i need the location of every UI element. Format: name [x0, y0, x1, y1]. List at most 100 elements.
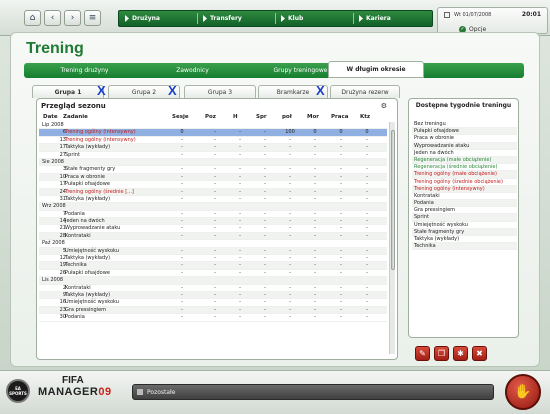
table-row[interactable]: 2 Kontrataki - - - - - - - - [39, 285, 387, 292]
row-value: - [340, 151, 342, 158]
season-scrollbar[interactable] [389, 122, 395, 354]
table-row[interactable]: 24 Trening ogólny (średnie [...] - - - - - - - - [39, 188, 387, 196]
row-date: Lis 2008 [42, 277, 64, 284]
month-header-row: Sie 2008 [39, 158, 387, 167]
col-h[interactable]: H [233, 114, 238, 120]
training-option[interactable]: Kontrataki [412, 193, 517, 201]
subtab-grupa-1[interactable]: Grupa 1 [32, 85, 104, 98]
table-row[interactable]: 13 Trening ogólny (intensywny) - - - - - - - - [39, 136, 387, 145]
table-row[interactable]: 21 Wyprowadzanie ataku - - - - - - - - [39, 225, 387, 233]
row-value: - [239, 314, 241, 321]
row-value: - [264, 269, 266, 276]
col-pol[interactable]: poł [282, 114, 292, 120]
col-ktz[interactable]: Ktz [360, 114, 370, 120]
status-text: Pozostałe [147, 389, 176, 396]
marker-x: X [316, 83, 325, 98]
table-row[interactable]: 16 Umiejętność wyskoku - - - - - - - - [39, 299, 387, 307]
training-option[interactable]: Wyprowadzanie ataku [412, 142, 517, 150]
row-value: 0 [313, 129, 317, 136]
row-value: - [214, 262, 216, 269]
row-value: - [289, 262, 291, 269]
row-value: - [366, 225, 368, 232]
row-date: 21 [59, 225, 66, 232]
row-value: - [289, 151, 291, 158]
table-row[interactable]: 10 Praca w obronie - - - - - - - - [39, 173, 387, 182]
table-row[interactable]: 3 Stałe fragmenty gry - - - - - - - - [39, 166, 387, 174]
row-value: - [214, 151, 216, 158]
training-option[interactable]: Stałe fragmenty gry [412, 228, 517, 236]
table-row[interactable]: 19 Technika - - - - - - - - [39, 262, 387, 270]
row-date: 30 [59, 314, 66, 321]
table-row[interactable]: 27 Sprint - - - - - - - - [39, 152, 387, 159]
row-value: - [214, 269, 216, 276]
nav-transfery[interactable]: Transfery [203, 11, 273, 26]
settings-button[interactable]: ✱ [453, 346, 468, 361]
training-option[interactable]: Trening ogólny (średnie obciążenie) [412, 179, 517, 186]
row-value: - [214, 136, 216, 143]
home-button[interactable]: ⌂ [24, 10, 41, 26]
training-option[interactable]: Pułapki ofsajdowe [412, 128, 517, 136]
tab-w-dlugim-okresie[interactable]: W długim okresie [328, 61, 424, 78]
row-value: - [314, 306, 316, 313]
filter-icon[interactable]: ⚙ [381, 102, 387, 110]
table-row[interactable]: 26 Pułapki ofsajdowe - - - - - - - - [39, 269, 387, 278]
row-task: Pułapki ofsajdowe [65, 181, 110, 188]
table-row[interactable]: 6 Trening ogólny (intensywny) 0 - - - 100 0 0 0 [39, 129, 387, 137]
row-value: - [239, 129, 241, 136]
col-poz[interactable]: Poz [205, 114, 216, 120]
continue-button[interactable]: ✋ [505, 374, 541, 410]
table-row[interactable]: 7 Podania - - - - - - - - [39, 210, 387, 219]
row-value: - [314, 255, 316, 262]
training-option[interactable]: Taktyka (wykłady) [412, 236, 517, 244]
status-field[interactable]: Pozostałe [132, 384, 494, 400]
col-praca[interactable]: Praca [331, 114, 348, 120]
col-sesje[interactable]: Sesje [172, 114, 189, 120]
training-option[interactable]: Bez treningu [412, 121, 517, 129]
subtab-druzyna-rezerw[interactable]: Drużyna rezerw [330, 85, 400, 98]
training-option[interactable]: Technika [412, 243, 517, 251]
training-option[interactable]: Umiejętność wyskoku [412, 222, 517, 229]
training-option[interactable]: Jeden na dwóch [412, 150, 517, 157]
row-value: - [366, 306, 368, 313]
row-value: - [214, 306, 216, 313]
table-row[interactable]: 23 Gra pressingiem - - - - - - - - [39, 306, 387, 315]
table-row[interactable]: 30 Podania - - - - - - - - [39, 314, 387, 322]
training-option[interactable]: Praca w obronie [412, 135, 517, 143]
table-row[interactable]: 17 Pułapki ofsajdowe - - - - - - - - [39, 181, 387, 189]
row-date: 17 [59, 144, 66, 151]
row-value: - [239, 151, 241, 158]
training-option[interactable]: Sprint [412, 214, 517, 222]
menu-button[interactable]: ≡ [84, 10, 101, 26]
training-option[interactable]: Trening ogólny (małe obciążenie) [412, 171, 517, 179]
training-option[interactable]: Podania [412, 200, 517, 208]
table-row[interactable]: 5 Umiejętność wyskoku - - - - - - - - [39, 247, 387, 256]
nav-druzyna[interactable]: Drużyna [125, 11, 195, 26]
table-row[interactable]: 12 Taktyka (wykłady) - - - - - - - - [39, 255, 387, 263]
copy-button[interactable]: ❐ [434, 346, 449, 361]
table-row[interactable]: 28 Kontrataki - - - - - - - - [39, 232, 387, 241]
row-value: - [289, 269, 291, 276]
tab-zawodnicy[interactable]: Zawodnicy [140, 63, 245, 78]
col-spr[interactable]: Spr [256, 114, 267, 120]
row-value: - [289, 232, 291, 239]
edit-button[interactable]: ✎ [415, 346, 430, 361]
nav-klub[interactable]: Klub [281, 11, 351, 26]
col-mor[interactable]: Mor [307, 114, 319, 120]
col-zadanie[interactable]: Zadanie [63, 114, 88, 120]
col-date[interactable]: Date [43, 114, 58, 120]
row-value: - [340, 255, 342, 262]
training-option[interactable]: Trening ogólny (intensywny) [412, 185, 517, 193]
table-row[interactable]: 17 Taktyka (wykłady) - - - - - - - - [39, 144, 387, 152]
delete-button[interactable]: ✖ [472, 346, 487, 361]
table-row[interactable]: 14 Jeden na dwóch - - - - - - - - [39, 218, 387, 226]
training-option[interactable]: Gra pressingiem [412, 207, 517, 215]
subtab-grupa-3[interactable]: Grupa 3 [184, 85, 256, 98]
date-time-box[interactable]: Wt 01/07/2008 20:01 [437, 7, 548, 34]
nav-kariera[interactable]: Kariera [359, 11, 429, 26]
forward-button[interactable]: › [64, 10, 81, 26]
scrollbar-thumb[interactable] [391, 130, 395, 270]
table-row[interactable]: 31 Taktyka (wykłady) - - - - - - - - [39, 196, 387, 204]
tab-trening-druzyny[interactable]: Trening drużyny [32, 63, 137, 78]
back-button[interactable]: ‹ [44, 10, 61, 26]
row-value: - [181, 210, 183, 217]
